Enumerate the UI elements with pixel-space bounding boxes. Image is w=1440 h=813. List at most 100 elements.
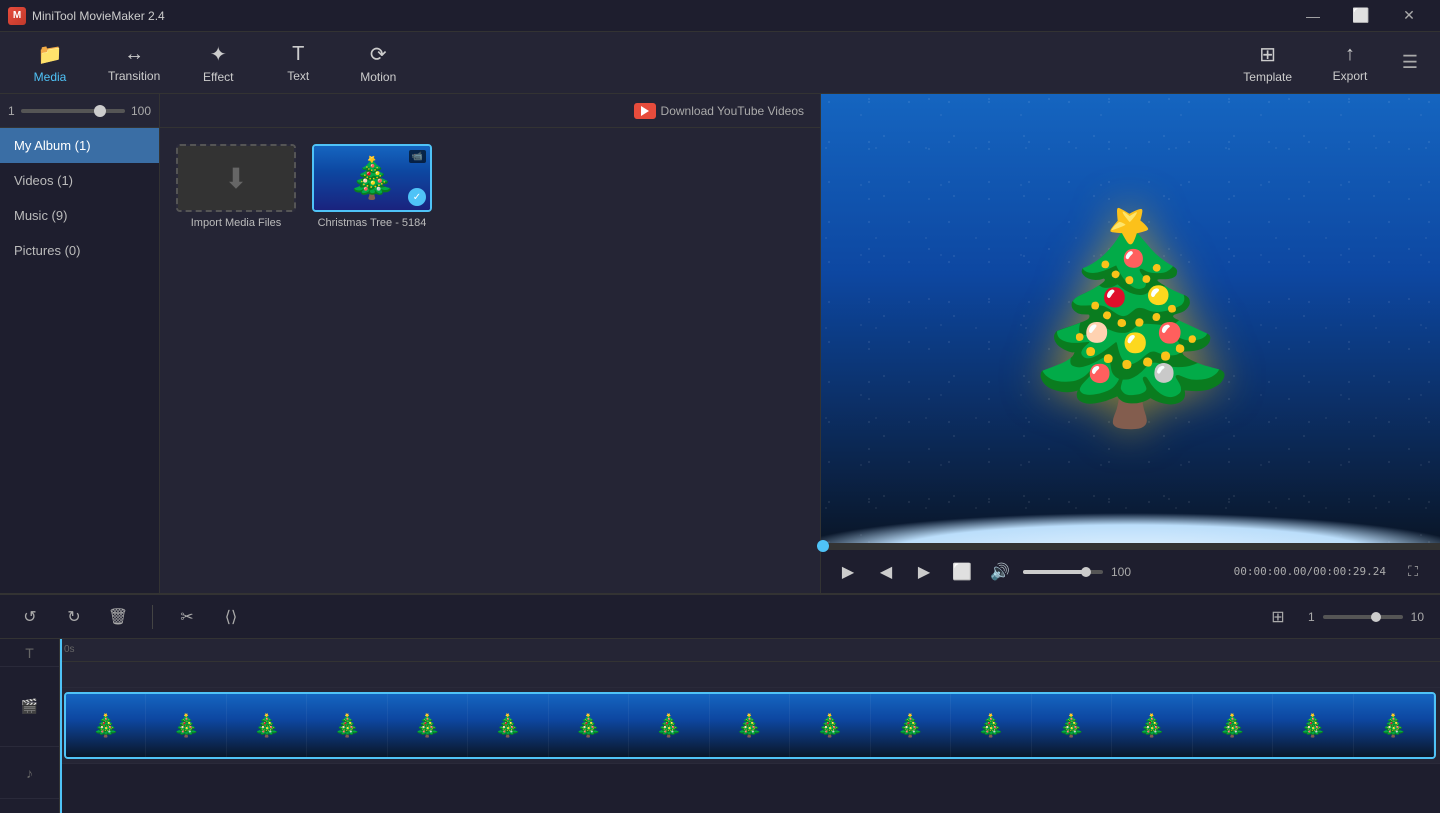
import-thumb-inner: ⬇: [178, 146, 294, 210]
export-label: Export: [1333, 69, 1368, 83]
zoom-slider[interactable]: [1323, 615, 1403, 619]
export-icon: ↑: [1345, 43, 1355, 66]
strip-frame-3: 🎄: [227, 694, 307, 757]
motion-button[interactable]: ⟳ Motion: [338, 36, 418, 90]
main-content: 1 100 My Album (1) Videos (1) Music (9) …: [0, 94, 1440, 593]
toolbar: 📁 Media ↔ Transition ✦ Effect T Text ⟳ M…: [0, 32, 1440, 94]
yt-download-label: Download YouTube Videos: [661, 104, 804, 118]
slider-value-label: 100: [131, 104, 151, 118]
sidebar-item-music[interactable]: Music (9): [0, 198, 159, 233]
left-panel: 1 100 My Album (1) Videos (1) Music (9) …: [0, 94, 160, 593]
template-label: Template: [1243, 70, 1292, 84]
titlebar-left: M MiniTool MovieMaker 2.4: [8, 7, 165, 25]
youtube-icon: [634, 103, 656, 119]
volume-thumb[interactable]: [1081, 567, 1091, 577]
import-media-item[interactable]: ⬇ Import Media Files: [176, 144, 296, 229]
prev-frame-button[interactable]: ◀: [871, 557, 901, 587]
player-controls: ▶ ◀ ▶ ⬜ 🔊 100 00:00:00.00/00:00:29.24 ⛶: [821, 549, 1440, 593]
strip-frame-12: 🎄: [951, 694, 1031, 757]
timeline-tracks: T 🎬 ♪ 0s 🎄 🎄 🎄 🎄 🎄 🎄: [0, 639, 1440, 813]
toolbar-group-left: 📁 Media ↔ Transition ✦ Effect T Text ⟳ M…: [10, 36, 418, 90]
christmas-tree-item[interactable]: 📹 ✓ Christmas Tree - 5184: [312, 144, 432, 229]
audio-track: [60, 764, 1440, 813]
import-media-thumb: ⬇: [176, 144, 296, 212]
toolbar-right: ⊞ Template ↑ Export ☰: [1225, 36, 1430, 90]
import-icon: ⬇: [224, 162, 247, 195]
strip-frame-8: 🎄: [629, 694, 709, 757]
sidebar-item-my-album[interactable]: My Album (1): [0, 128, 159, 163]
progress-fill: [821, 543, 823, 549]
delete-button[interactable]: 🗑: [104, 603, 132, 631]
close-button[interactable]: ✕: [1386, 0, 1432, 32]
preview-video: 🎄: [821, 94, 1440, 543]
redo-button[interactable]: ↻: [60, 603, 88, 631]
zoom-min-label: 1: [1308, 610, 1315, 624]
undo-button[interactable]: ↺: [16, 603, 44, 631]
zoom-thumb[interactable]: [1371, 612, 1381, 622]
titlebar-title: MiniTool MovieMaker 2.4: [32, 9, 165, 23]
menu-button[interactable]: ☰: [1390, 43, 1430, 83]
motion-label: Motion: [360, 70, 396, 84]
add-track-button[interactable]: ⊞: [1264, 603, 1292, 631]
app-icon: M: [8, 7, 26, 25]
export-button[interactable]: ↑ Export: [1310, 37, 1390, 89]
strip-frame-11: 🎄: [871, 694, 951, 757]
text-icon: T: [292, 43, 304, 66]
strip-frame-5: 🎄: [388, 694, 468, 757]
zoom-slider-track[interactable]: [21, 109, 125, 113]
sidebar-item-pictures[interactable]: Pictures (0): [0, 233, 159, 268]
timeline-ruler: 0s: [60, 639, 1440, 662]
play-button[interactable]: ▶: [833, 557, 863, 587]
strip-frame-14: 🎄: [1112, 694, 1192, 757]
slider-start-label: 1: [8, 104, 15, 118]
volume-value: 100: [1111, 565, 1131, 579]
media-items-container: ⬇ Import Media Files 📹 ✓ Christmas Tree …: [160, 128, 820, 245]
playhead[interactable]: [60, 639, 62, 813]
transition-button[interactable]: ↔ Transition: [90, 37, 178, 89]
strip-frame-2: 🎄: [146, 694, 226, 757]
maximize-button[interactable]: ⬜: [1338, 0, 1384, 32]
strip-frame-4: 🎄: [307, 694, 387, 757]
strip-frame-16: 🎄: [1273, 694, 1353, 757]
yt-download-button[interactable]: Download YouTube Videos: [634, 103, 804, 119]
video-track-label: 🎬: [0, 667, 59, 747]
video-track[interactable]: 🎄 🎄 🎄 🎄 🎄 🎄 🎄 🎄 🎄 🎄 🎄 🎄 🎄 🎄 🎄 🎄: [60, 688, 1440, 764]
effect-button[interactable]: ✦ Effect: [178, 36, 258, 90]
progress-bar[interactable]: [821, 543, 1440, 549]
progress-handle[interactable]: [817, 540, 829, 552]
effect-label: Effect: [203, 70, 233, 84]
strip-frame-1: 🎄: [66, 694, 146, 757]
track-labels: T 🎬 ♪: [0, 639, 60, 813]
strip-frame-6: 🎄: [468, 694, 548, 757]
fullscreen-toggle[interactable]: ⬜: [947, 557, 977, 587]
minimize-button[interactable]: —: [1290, 0, 1336, 32]
media-button[interactable]: 📁 Media: [10, 36, 90, 90]
strip-frame-7: 🎄: [549, 694, 629, 757]
transition-label: Transition: [108, 69, 160, 83]
cut-button[interactable]: ✂: [173, 603, 201, 631]
transition-icon: ↔: [124, 43, 144, 66]
split-button[interactable]: ⟨⟩: [217, 603, 245, 631]
volume-button[interactable]: 🔊: [985, 557, 1015, 587]
strip-frame-13: 🎄: [1032, 694, 1112, 757]
media-library-area: Download YouTube Videos ⬇ Import Media F…: [160, 94, 820, 593]
ground-snow: [821, 483, 1440, 543]
zoom-slider-thumb[interactable]: [94, 105, 106, 117]
timeline-toolbar: ↺ ↻ 🗑 ✂ ⟨⟩ ⊞ 1 10: [0, 595, 1440, 639]
template-button[interactable]: ⊞ Template: [1225, 36, 1310, 90]
expand-button[interactable]: ⛶: [1398, 557, 1428, 587]
text-button[interactable]: T Text: [258, 37, 338, 89]
media-icon: 📁: [38, 42, 63, 67]
media-controls-bar: 1 100: [0, 94, 159, 128]
ruler-mark-0s: 0s: [64, 644, 75, 655]
zoom-max-label: 10: [1411, 610, 1424, 624]
text-track-label: T: [0, 639, 59, 667]
christmas-tree-label: Christmas Tree - 5184: [318, 217, 427, 229]
text-label: Text: [287, 69, 309, 83]
next-frame-button[interactable]: ▶: [909, 557, 939, 587]
sidebar-item-videos[interactable]: Videos (1): [0, 163, 159, 198]
tl-separator: [152, 605, 153, 629]
preview-panel: 🎄 ▶ ◀ ▶ ⬜ 🔊 100 00:00:00.00/00:00:29.24 …: [820, 94, 1440, 593]
volume-slider[interactable]: [1023, 570, 1103, 574]
text-track-row: [60, 662, 1440, 689]
